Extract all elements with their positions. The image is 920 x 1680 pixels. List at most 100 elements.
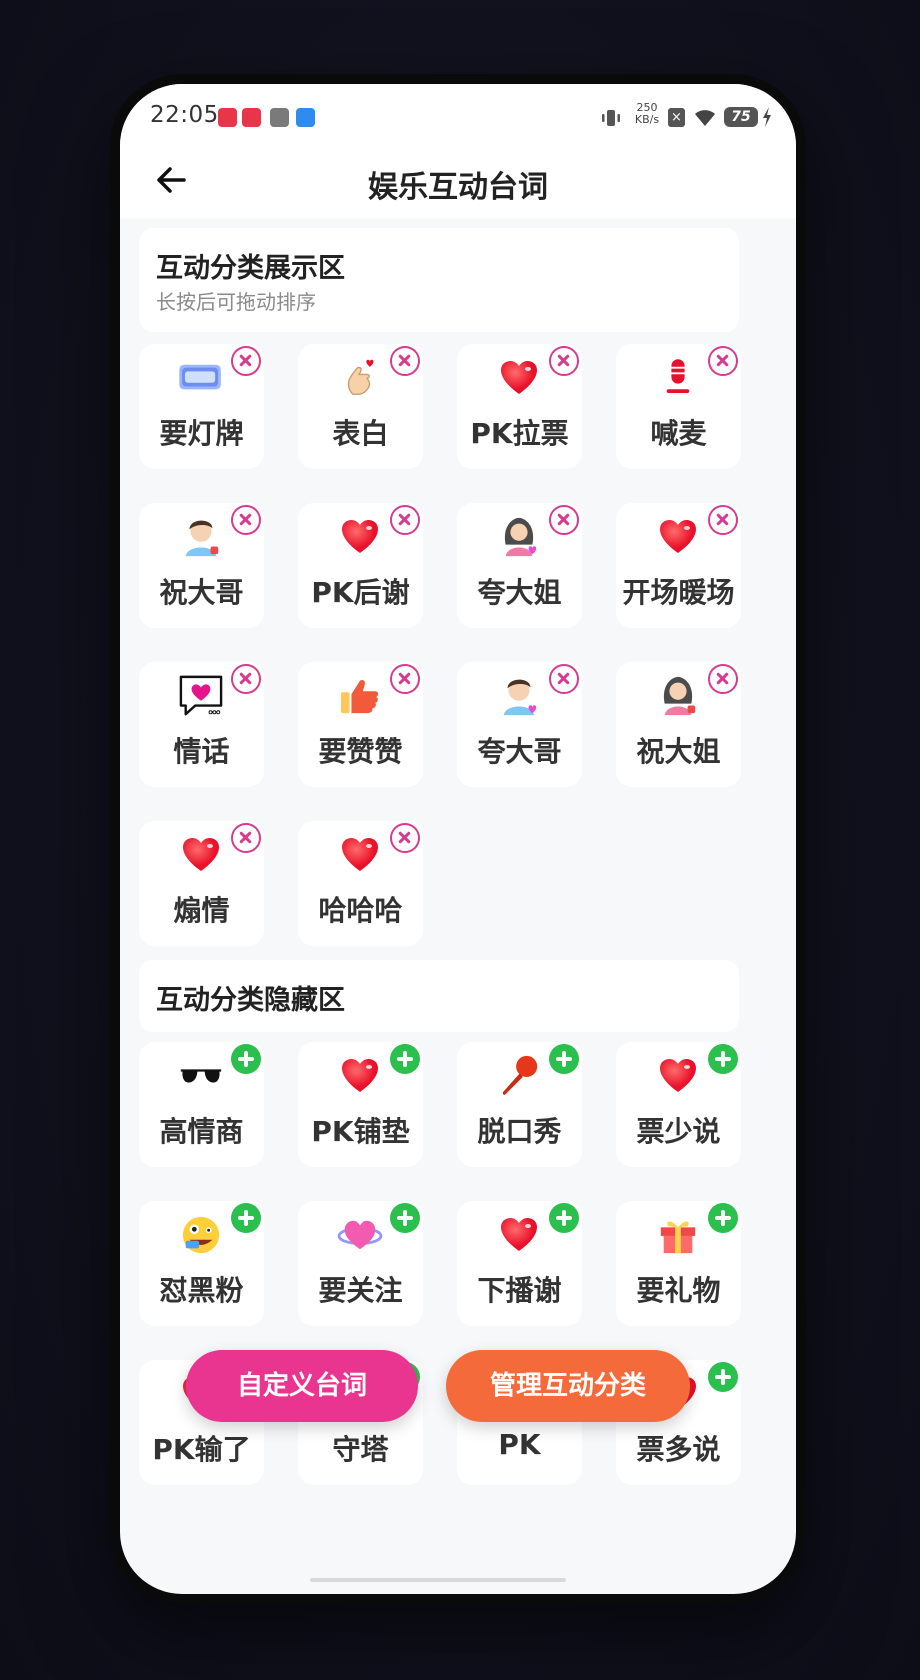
app-notification-icon <box>218 108 237 127</box>
heart-icon <box>336 833 384 877</box>
heart-icon <box>495 1213 543 1257</box>
shown-tile[interactable]: 夸大姐 <box>457 503 582 628</box>
shown-tile-label: 哈哈哈 <box>318 894 403 927</box>
shown-tile-label: 祝大姐 <box>636 735 721 768</box>
charging-icon <box>763 107 771 127</box>
add-icon[interactable] <box>708 1044 738 1074</box>
remove-icon[interactable] <box>390 823 420 853</box>
hidden-tile[interactable]: 怼黑粉 <box>139 1201 264 1326</box>
home-indicator[interactable] <box>310 1578 566 1582</box>
remove-icon[interactable] <box>390 346 420 376</box>
shown-tile[interactable]: 表白 <box>298 344 423 469</box>
hidden-tile[interactable]: 脱口秀 <box>457 1042 582 1167</box>
network-speed: 250 KB/s <box>632 102 662 126</box>
hidden-tile[interactable]: 票少说 <box>616 1042 741 1167</box>
add-icon[interactable] <box>549 1203 579 1233</box>
shown-tile[interactable]: 祝大姐 <box>616 662 741 787</box>
shown-tile-label: 夸大姐 <box>477 576 562 609</box>
shown-tile-label: PK后谢 <box>311 576 410 609</box>
hidden-tile[interactable]: 要关注 <box>298 1201 423 1326</box>
remove-icon[interactable] <box>549 346 579 376</box>
no-sim-icon: × <box>668 108 685 127</box>
shown-tile-label: 表白 <box>332 417 389 450</box>
audio-app-icon <box>296 108 315 127</box>
man-thumbs-up-icon <box>177 515 225 559</box>
status-time: 22:05 <box>150 102 219 128</box>
add-icon[interactable] <box>390 1044 420 1074</box>
remove-icon[interactable] <box>549 664 579 694</box>
shown-tile[interactable]: PK拉票 <box>457 344 582 469</box>
hidden-tile[interactable]: PK铺垫 <box>298 1042 423 1167</box>
app-screen: 22:05 250 KB/s × 75 娱乐互动台词 互动分类展示区 长按后可拖… <box>120 84 796 1594</box>
manage-categories-button[interactable]: 管理互动分类 <box>446 1350 690 1422</box>
shown-tile-label: 煽情 <box>173 894 230 927</box>
shown-tile[interactable]: 喊麦 <box>616 344 741 469</box>
shown-tile[interactable]: 要赞赞 <box>298 662 423 787</box>
page-title: 娱乐互动台词 <box>368 170 548 205</box>
battery-icon: 75 <box>724 107 758 127</box>
shown-tile-label: 情话 <box>173 735 230 768</box>
hidden-tile-label: 票少说 <box>636 1115 721 1148</box>
shown-tile-label: 喊麦 <box>650 417 707 450</box>
shown-tile-label: 祝大哥 <box>159 576 244 609</box>
shown-section-header: 互动分类展示区 长按后可拖动排序 <box>139 228 739 332</box>
shown-section-subtitle: 长按后可拖动排序 <box>156 290 316 314</box>
remove-icon[interactable] <box>708 346 738 376</box>
hidden-section-header: 互动分类隐藏区 <box>139 960 739 1032</box>
add-icon[interactable] <box>708 1203 738 1233</box>
add-icon[interactable] <box>390 1203 420 1233</box>
add-icon[interactable] <box>708 1362 738 1392</box>
heart-icon <box>654 515 702 559</box>
add-icon[interactable] <box>549 1044 579 1074</box>
hidden-tile-label: PK <box>498 1428 541 1461</box>
shown-tile[interactable]: 祝大哥 <box>139 503 264 628</box>
network-speed-unit: KB/s <box>634 113 660 126</box>
hidden-tile-label: 票多说 <box>636 1433 721 1466</box>
app-notification-icon <box>242 108 261 127</box>
man-heart-icon <box>495 674 543 718</box>
remove-icon[interactable] <box>231 664 261 694</box>
shown-tile-label: PK拉票 <box>470 417 569 450</box>
shown-section-title: 互动分类展示区 <box>156 253 345 284</box>
heart-icon <box>177 833 225 877</box>
add-icon[interactable] <box>231 1044 261 1074</box>
shown-tile[interactable]: 煽情 <box>139 821 264 946</box>
remove-icon[interactable] <box>231 823 261 853</box>
shown-tile[interactable]: 哈哈哈 <box>298 821 423 946</box>
status-bar: 22:05 250 KB/s × 75 <box>120 84 796 148</box>
heart-orbit-icon <box>336 1213 384 1257</box>
phone-frame: 22:05 250 KB/s × 75 娱乐互动台词 互动分类展示区 长按后可拖… <box>110 74 806 1604</box>
hidden-tile[interactable]: 高情商 <box>139 1042 264 1167</box>
shown-tile-label: 要灯牌 <box>159 417 244 450</box>
remove-icon[interactable] <box>390 505 420 535</box>
remove-icon[interactable] <box>390 664 420 694</box>
hidden-tile-label: 脱口秀 <box>477 1115 562 1148</box>
shown-tile[interactable]: PK后谢 <box>298 503 423 628</box>
shown-tile[interactable]: 情话 <box>139 662 264 787</box>
add-icon[interactable] <box>231 1203 261 1233</box>
heart-icon <box>336 515 384 559</box>
vibrate-icon <box>602 110 620 126</box>
hidden-tile[interactable]: 要礼物 <box>616 1201 741 1326</box>
wifi-icon <box>695 110 715 126</box>
karaoke-mic-icon <box>495 1054 543 1098</box>
hidden-tile-label: PK输了 <box>152 1433 251 1466</box>
remove-icon[interactable] <box>708 664 738 694</box>
gift-icon <box>654 1213 702 1257</box>
usb-debug-icon <box>270 108 289 127</box>
thumbs-up-icon <box>336 674 384 718</box>
shown-tile[interactable]: 开场暖场 <box>616 503 741 628</box>
sunglasses-icon <box>177 1054 225 1098</box>
shown-tile[interactable]: 要灯牌 <box>139 344 264 469</box>
microphone-icon <box>654 356 702 400</box>
custom-lines-button[interactable]: 自定义台词 <box>186 1350 418 1422</box>
remove-icon[interactable] <box>231 346 261 376</box>
shown-tile[interactable]: 夸大哥 <box>457 662 582 787</box>
hidden-section-title: 互动分类隐藏区 <box>156 985 345 1016</box>
crazy-face-icon <box>177 1213 225 1257</box>
hidden-tile[interactable]: 下播谢 <box>457 1201 582 1326</box>
remove-icon[interactable] <box>231 505 261 535</box>
remove-icon[interactable] <box>549 505 579 535</box>
remove-icon[interactable] <box>708 505 738 535</box>
shown-tile-label: 开场暖场 <box>622 576 735 609</box>
